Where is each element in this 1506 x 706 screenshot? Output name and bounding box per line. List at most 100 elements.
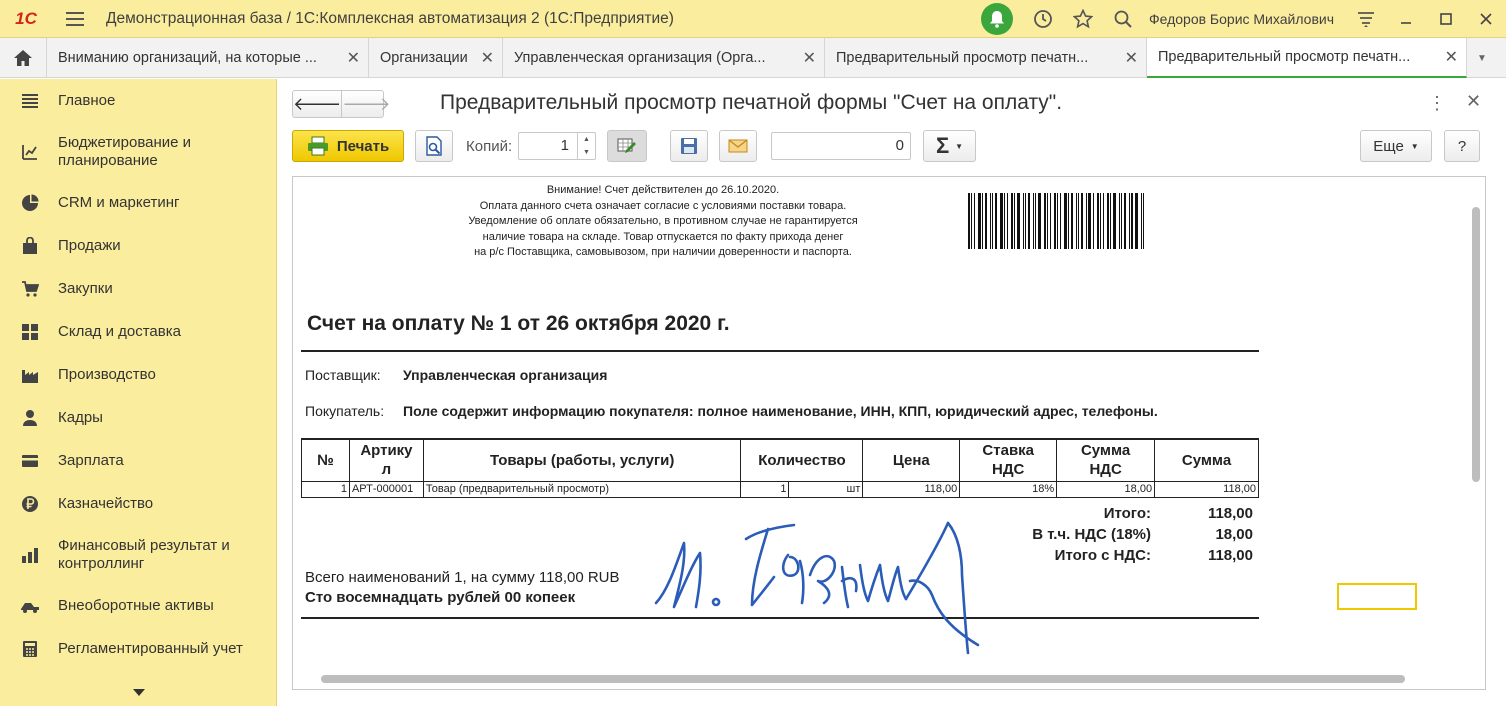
sidebar-item-treasury[interactable]: Казначейство bbox=[0, 492, 277, 516]
history-icon[interactable] bbox=[1023, 0, 1063, 38]
tab-close-icon[interactable]: ✕ bbox=[803, 48, 816, 68]
barcode-bar bbox=[1110, 193, 1111, 249]
main-menu-icon[interactable] bbox=[66, 0, 90, 38]
stepper-down-icon[interactable]: ▼ bbox=[583, 149, 590, 156]
barcode-bar bbox=[1124, 193, 1126, 249]
sidebar-item-regulated-accounting[interactable]: Регламентированный учет bbox=[0, 637, 277, 661]
sidebar-item-purchases[interactable]: Закупки bbox=[0, 277, 277, 301]
col-header-sum: Сумма bbox=[1154, 438, 1259, 482]
forward-arrow-icon[interactable]: 🡒 bbox=[341, 91, 391, 117]
vertical-scroll-thumb[interactable] bbox=[1472, 207, 1480, 482]
tab-management-org[interactable]: Управленческая организация (Орга... ✕ bbox=[503, 38, 825, 78]
sidebar-item-main[interactable]: Главное bbox=[0, 89, 277, 113]
help-button[interactable]: ? bbox=[1444, 130, 1480, 162]
barcode bbox=[968, 193, 1218, 249]
barcode-bar bbox=[978, 193, 981, 249]
sum-mode-button[interactable]: Σ ▼ bbox=[923, 130, 976, 162]
barcode-bar bbox=[1129, 193, 1130, 249]
tab-notice[interactable]: Вниманию организаций, на которые ... ✕ bbox=[47, 38, 369, 78]
stepper-up-icon[interactable]: ▲ bbox=[583, 136, 590, 143]
barcode-bar bbox=[1088, 193, 1091, 249]
truck-icon bbox=[20, 596, 40, 616]
sidebar-item-hr[interactable]: Кадры bbox=[0, 406, 277, 430]
sidebar-scroll-down-icon[interactable] bbox=[0, 678, 277, 706]
back-arrow-icon[interactable]: 🡐 bbox=[293, 91, 341, 117]
sidebar-item-crm[interactable]: CRM и маркетинг bbox=[0, 191, 277, 215]
supplier-label: Поставщик: bbox=[305, 367, 381, 383]
menu-icon bbox=[20, 91, 40, 111]
barcode-bar bbox=[1131, 193, 1133, 249]
barcode-bar bbox=[1143, 193, 1144, 249]
tab-close-icon[interactable]: ✕ bbox=[347, 48, 360, 68]
barcode-bar bbox=[1007, 193, 1008, 249]
barcode-bar bbox=[992, 193, 993, 249]
barcode-bar bbox=[971, 193, 972, 249]
tab-organizations[interactable]: Организации ✕ bbox=[369, 38, 503, 78]
sidebar-item-warehouse[interactable]: Склад и доставка bbox=[0, 320, 277, 344]
tab-close-icon[interactable]: ✕ bbox=[1125, 48, 1138, 68]
save-disk-icon bbox=[681, 138, 697, 154]
supplier-value: Управленческая организация bbox=[403, 367, 608, 383]
barcode-bar bbox=[1100, 193, 1101, 249]
edit-toggle-button[interactable] bbox=[607, 130, 647, 162]
sidebar-item-production[interactable]: Производство bbox=[0, 363, 277, 387]
sidebar: Главное Бюджетирование и планирование CR… bbox=[0, 79, 277, 706]
spreadsheet-document[interactable]: Внимание! Счет действителен до 26.10.202… bbox=[292, 176, 1486, 690]
sidebar-item-budgeting[interactable]: Бюджетирование и планирование bbox=[0, 134, 277, 170]
person-icon bbox=[20, 408, 40, 428]
barcode-bar bbox=[1141, 193, 1142, 249]
vertical-scrollbar[interactable] bbox=[1471, 183, 1481, 663]
barcode-bar bbox=[1093, 193, 1094, 249]
minimize-icon[interactable] bbox=[1386, 0, 1426, 38]
barcode-bar bbox=[1014, 193, 1015, 249]
horizontal-scroll-thumb[interactable] bbox=[321, 675, 1405, 683]
barcode-bar bbox=[1113, 193, 1116, 249]
col-header-qty: Количество bbox=[740, 438, 864, 482]
amount-in-words: Сто восемнадцать рублей 00 копеек bbox=[305, 589, 576, 606]
form-close-icon[interactable]: ✕ bbox=[1466, 91, 1481, 112]
sidebar-item-fixed-assets[interactable]: Внеоборотные активы bbox=[0, 594, 277, 618]
search-icon[interactable] bbox=[1103, 0, 1143, 38]
copies-value[interactable]: 1 bbox=[519, 133, 577, 159]
tab-close-icon[interactable]: ✕ bbox=[1445, 47, 1458, 67]
tab-print-preview-1[interactable]: Предварительный просмотр печатн... ✕ bbox=[825, 38, 1147, 78]
home-icon[interactable] bbox=[0, 38, 47, 78]
settings-menu-icon[interactable] bbox=[1346, 0, 1386, 38]
barcode-bar bbox=[1081, 193, 1083, 249]
favorites-star-icon[interactable] bbox=[1063, 0, 1103, 38]
send-email-button[interactable] bbox=[719, 130, 757, 162]
selection-sum-field[interactable]: 0 bbox=[771, 132, 911, 160]
form-title: Предварительный просмотр печатной формы … bbox=[440, 91, 1063, 114]
ruble-icon bbox=[20, 494, 40, 514]
selected-cell[interactable] bbox=[1337, 583, 1417, 610]
preview-button[interactable] bbox=[415, 130, 453, 162]
sidebar-item-finance[interactable]: Финансовый результат и контроллинг bbox=[0, 537, 277, 573]
close-window-icon[interactable] bbox=[1466, 0, 1506, 38]
barcode-bar bbox=[1086, 193, 1087, 249]
barcode-bar bbox=[1011, 193, 1013, 249]
barcode-bar bbox=[1035, 193, 1036, 249]
print-button[interactable]: Печать bbox=[292, 130, 404, 162]
more-button[interactable]: Еще ▼ bbox=[1360, 130, 1432, 162]
form-menu-icon[interactable]: ⋮ bbox=[1428, 93, 1446, 114]
copies-stepper[interactable]: 1 ▲ ▼ bbox=[518, 132, 596, 160]
barcode-bar bbox=[968, 193, 970, 249]
tab-print-preview-2[interactable]: Предварительный просмотр печатн... ✕ bbox=[1147, 38, 1467, 78]
sidebar-item-sales[interactable]: Продажи bbox=[0, 234, 277, 258]
buyer-label: Покупатель: bbox=[305, 403, 385, 419]
tab-close-icon[interactable]: ✕ bbox=[481, 48, 494, 68]
card-icon bbox=[20, 451, 40, 471]
maximize-icon[interactable] bbox=[1426, 0, 1466, 38]
barcode-bar bbox=[1103, 193, 1104, 249]
barcode-bar bbox=[1050, 193, 1051, 249]
warehouse-icon bbox=[20, 322, 40, 342]
tabs-more-icon[interactable]: ▼ bbox=[1467, 38, 1497, 78]
user-name[interactable]: Федоров Борис Михайлович bbox=[1149, 11, 1334, 27]
barcode-bar bbox=[1107, 193, 1109, 249]
invoice-notice: Внимание! Счет действителен до 26.10.202… bbox=[468, 184, 858, 258]
save-button[interactable] bbox=[670, 130, 708, 162]
preview-page-icon bbox=[426, 136, 442, 156]
notifications-bell-icon[interactable] bbox=[980, 3, 1013, 35]
barcode-bar bbox=[1121, 193, 1122, 249]
sidebar-item-salary[interactable]: Зарплата bbox=[0, 449, 277, 473]
